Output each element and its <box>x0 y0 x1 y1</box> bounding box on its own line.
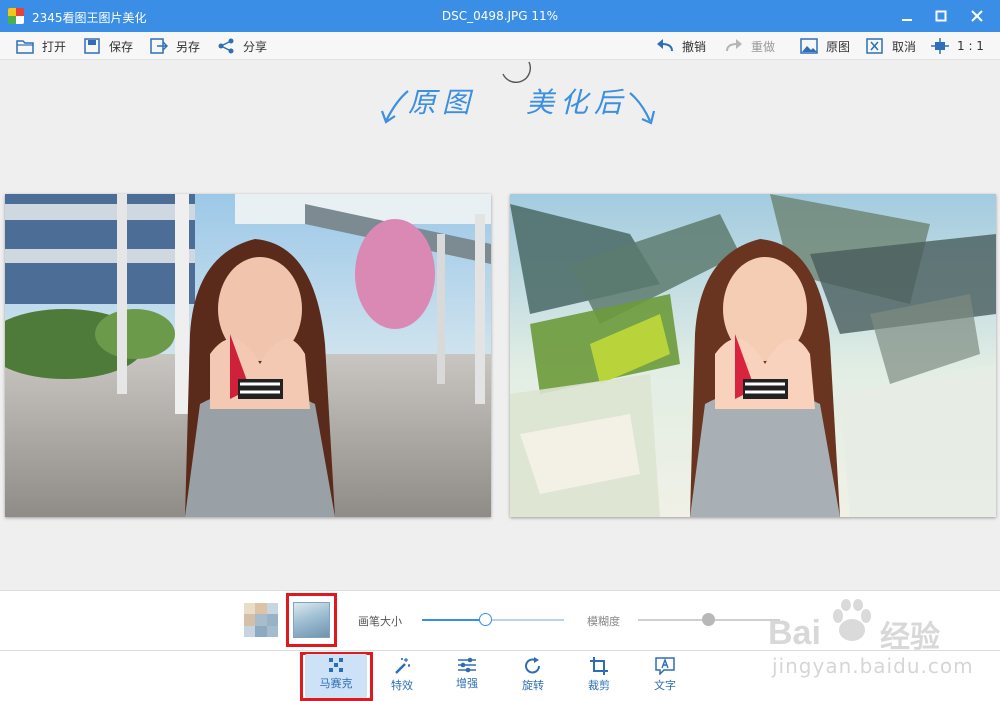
original-button[interactable]: 原图 <box>800 37 850 55</box>
brush-size-fill <box>422 619 485 621</box>
file-title: DSC_0498.JPG 11% <box>441 9 559 23</box>
brush-size-track[interactable] <box>422 619 564 621</box>
open-label: 打开 <box>42 39 67 54</box>
brush-style-thumbnail <box>293 602 330 638</box>
save-icon <box>84 38 100 54</box>
maximize-icon <box>935 10 947 22</box>
close-icon <box>971 10 983 22</box>
original-label: 原图 <box>826 39 851 54</box>
watermark-brand-cn: 经验 <box>880 620 940 655</box>
toolbar: 打开 保存 另存 分享 撤销 重做 原图 取消 1 : 1 <box>0 32 1000 60</box>
open-button[interactable]: 打开 <box>16 37 66 55</box>
share-label: 分享 <box>243 39 268 54</box>
share-icon <box>218 38 234 54</box>
ratio-label: 1 : 1 <box>957 39 984 53</box>
sliders-icon <box>458 657 476 673</box>
tool-mosaic[interactable]: 马赛克 <box>305 654 367 698</box>
processed-photo <box>510 194 996 517</box>
tool-label-text: 文字 <box>654 679 676 692</box>
title-bar: 2345看图王图片美化 DSC_0498.JPG 11% <box>0 0 1000 32</box>
rotate-icon <box>525 657 540 674</box>
baidu-paw-icon <box>833 599 871 641</box>
save-as-label: 另存 <box>176 39 201 54</box>
loading-arc-icon <box>502 61 532 83</box>
cancel-label: 取消 <box>892 39 917 54</box>
watermark-brand: Bai <box>768 614 821 652</box>
undo-label: 撤销 <box>682 39 707 54</box>
tool-enhance[interactable]: 增强 <box>436 654 498 698</box>
before-label: 原图 <box>408 86 477 119</box>
share-button[interactable]: 分享 <box>217 37 267 55</box>
tool-label-effects: 特效 <box>391 679 413 692</box>
mosaic-icon <box>329 658 343 672</box>
tool-label-mosaic: 马赛克 <box>319 677 353 690</box>
brush-size-handle[interactable] <box>479 613 492 626</box>
actual-size-button[interactable]: 1 : 1 <box>931 37 984 55</box>
save-label: 保存 <box>109 39 134 54</box>
undo-button[interactable]: 撤销 <box>656 37 706 55</box>
redo-icon <box>726 39 742 52</box>
save-as-button[interactable]: 另存 <box>150 37 200 55</box>
tool-crop[interactable]: 裁剪 <box>568 654 630 698</box>
tool-label-enhance: 增强 <box>456 677 478 690</box>
text-icon <box>655 657 675 675</box>
brush-size-label: 画笔大小 <box>358 615 402 628</box>
undo-icon <box>657 39 673 52</box>
redo-label: 重做 <box>751 39 776 54</box>
crop-icon <box>590 657 608 675</box>
minimize-button[interactable] <box>890 0 924 32</box>
blur-handle[interactable] <box>702 613 715 626</box>
arrow-down-right-icon <box>629 92 656 125</box>
tool-label-rotate: 旋转 <box>522 679 544 692</box>
image-icon <box>800 38 818 54</box>
compare-canvas: 原图 美化后 <box>0 61 1000 590</box>
mosaic-style-brush-selected[interactable] <box>286 593 337 647</box>
minimize-icon <box>902 19 912 21</box>
close-button[interactable] <box>960 0 994 32</box>
cancel-icon <box>866 38 883 54</box>
after-label: 美化后 <box>526 86 629 119</box>
original-photo <box>5 194 491 517</box>
cancel-button[interactable]: 取消 <box>866 37 916 55</box>
watermark-url: jingyan.baidu.com <box>772 654 974 678</box>
tool-rotate[interactable]: 旋转 <box>502 654 564 698</box>
tool-text[interactable]: 文字 <box>634 654 696 698</box>
folder-icon <box>16 40 34 54</box>
mosaic-style-pixel[interactable] <box>244 603 278 637</box>
tool-label-crop: 裁剪 <box>588 679 610 692</box>
save-button[interactable]: 保存 <box>83 37 133 55</box>
blur-label: 模糊度 <box>587 615 620 628</box>
maximize-button[interactable] <box>924 0 958 32</box>
tool-effects[interactable]: 特效 <box>371 654 433 698</box>
magic-wand-icon <box>395 658 410 674</box>
fit-icon <box>931 38 949 54</box>
redo-button[interactable]: 重做 <box>725 37 775 55</box>
save-as-icon <box>150 38 168 54</box>
